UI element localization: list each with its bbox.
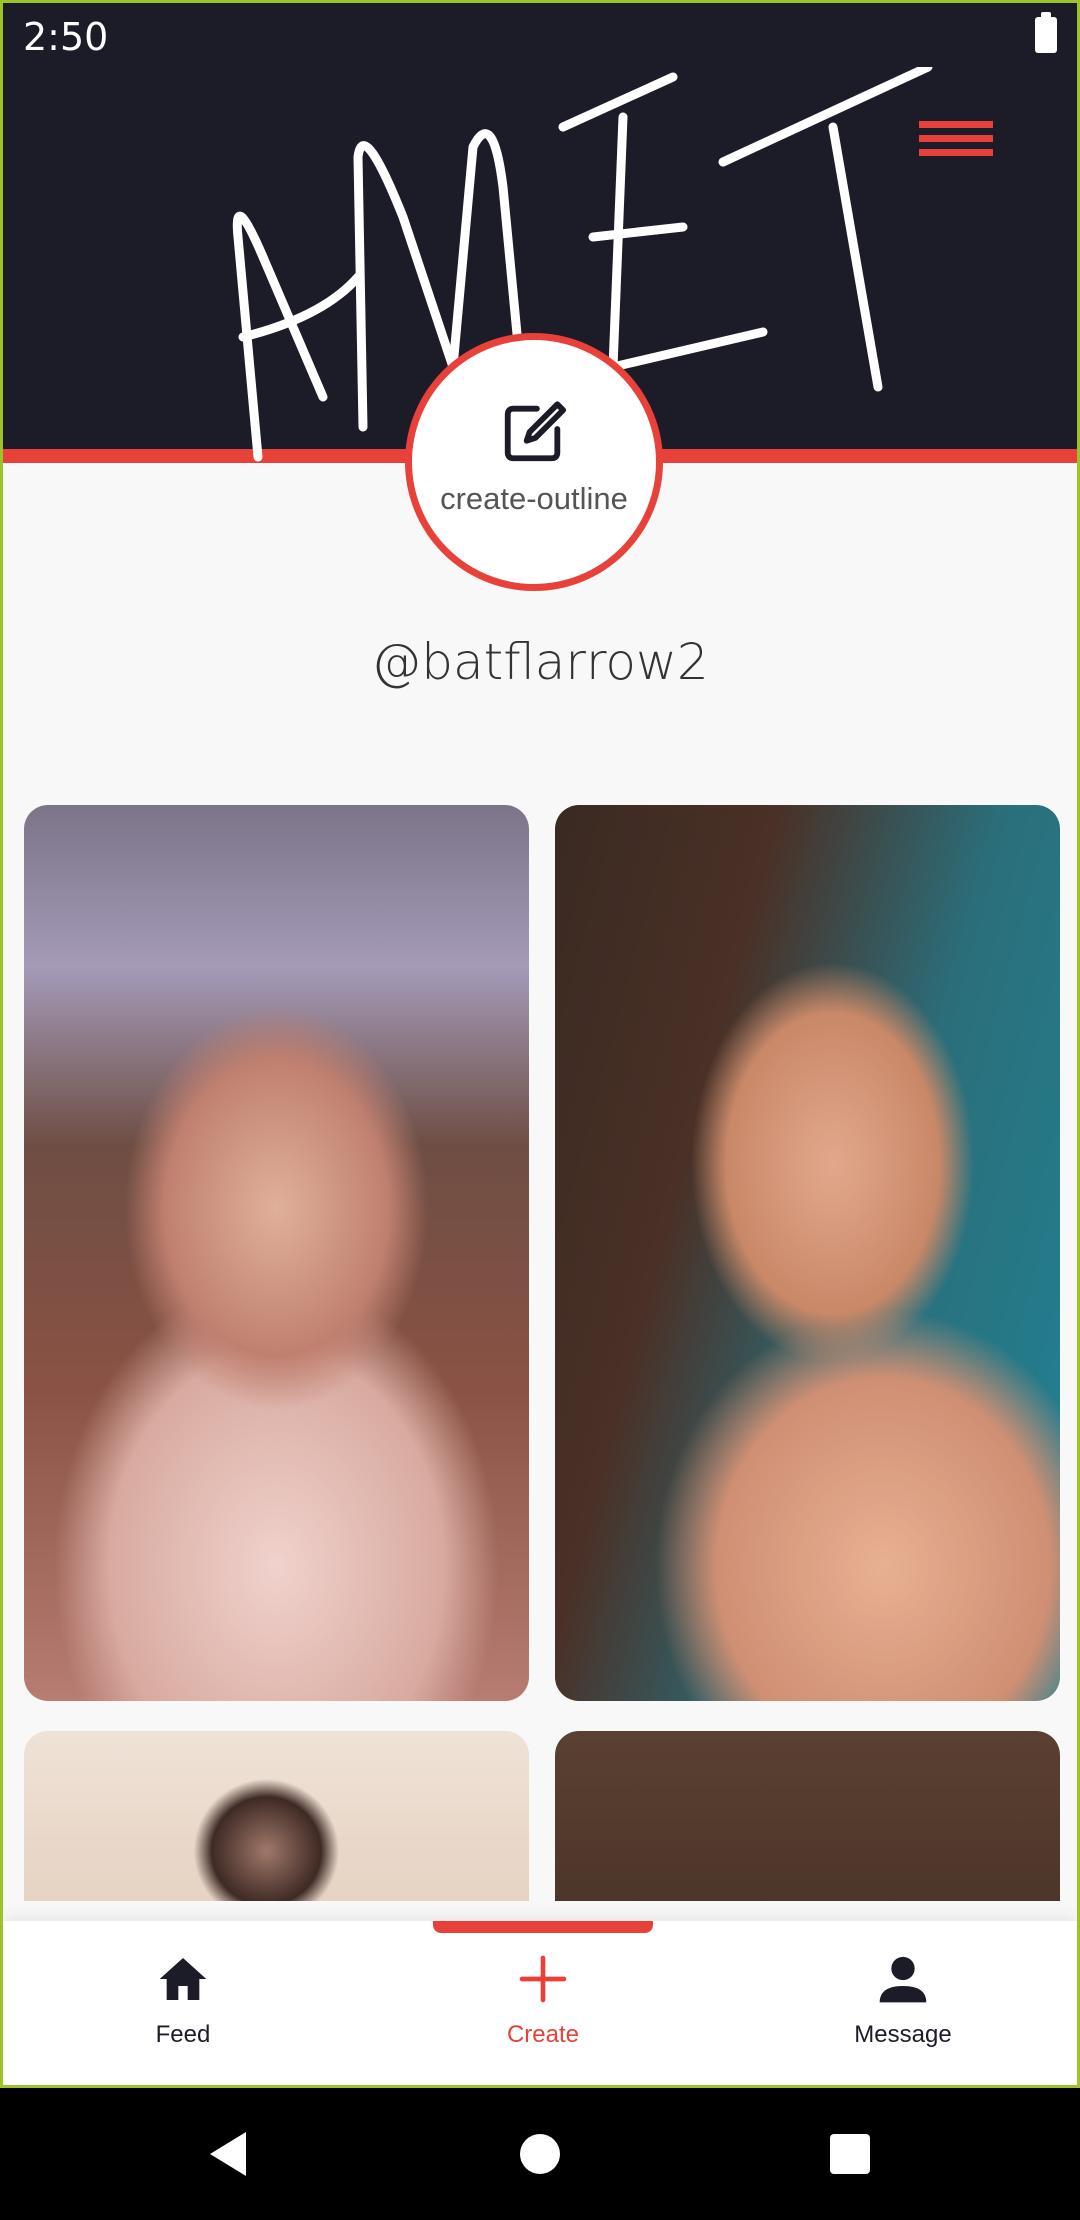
tab-feed[interactable]: Feed: [73, 1951, 293, 2071]
system-navigation-bar: [0, 2088, 1080, 2220]
bottom-navigation: Feed Create Message: [3, 1921, 1077, 2085]
home-icon: [159, 1958, 207, 2000]
plus-icon: [519, 1955, 567, 2003]
photo-thumbnail[interactable]: [555, 1731, 1060, 1901]
photo-thumbnail[interactable]: [24, 805, 529, 1701]
tab-message[interactable]: Message: [793, 1951, 1013, 2071]
tab-create-label: Create: [506, 2021, 580, 2048]
photo-thumbnail[interactable]: [24, 1731, 529, 1901]
app-frame: 2:50 create-outline @batflarrow2 Feed Cr…: [0, 0, 1080, 2088]
photo-thumbnail[interactable]: [555, 805, 1060, 1701]
status-time: 2:50: [23, 15, 109, 59]
avatar-edit-label: create-outline: [440, 481, 628, 516]
tab-feed-label: Feed: [155, 2021, 211, 2048]
battery-full-icon: [1035, 12, 1057, 53]
person-icon: [879, 1956, 927, 2003]
post-grid: [3, 805, 1077, 1901]
tab-message-label: Message: [854, 2021, 952, 2048]
active-tab-indicator: [433, 1921, 653, 1933]
back-triangle-icon[interactable]: [200, 2124, 260, 2184]
tab-create[interactable]: Create: [433, 1951, 653, 2071]
recents-square-icon[interactable]: [820, 2124, 880, 2184]
profile-username: @batflarrow2: [371, 633, 709, 691]
create-outline-icon: [504, 401, 567, 462]
hamburger-menu-icon[interactable]: [919, 115, 993, 167]
home-circle-icon[interactable]: [510, 2124, 570, 2184]
status-bar: 2:50: [3, 3, 1077, 67]
edit-avatar-button[interactable]: create-outline: [405, 333, 663, 591]
